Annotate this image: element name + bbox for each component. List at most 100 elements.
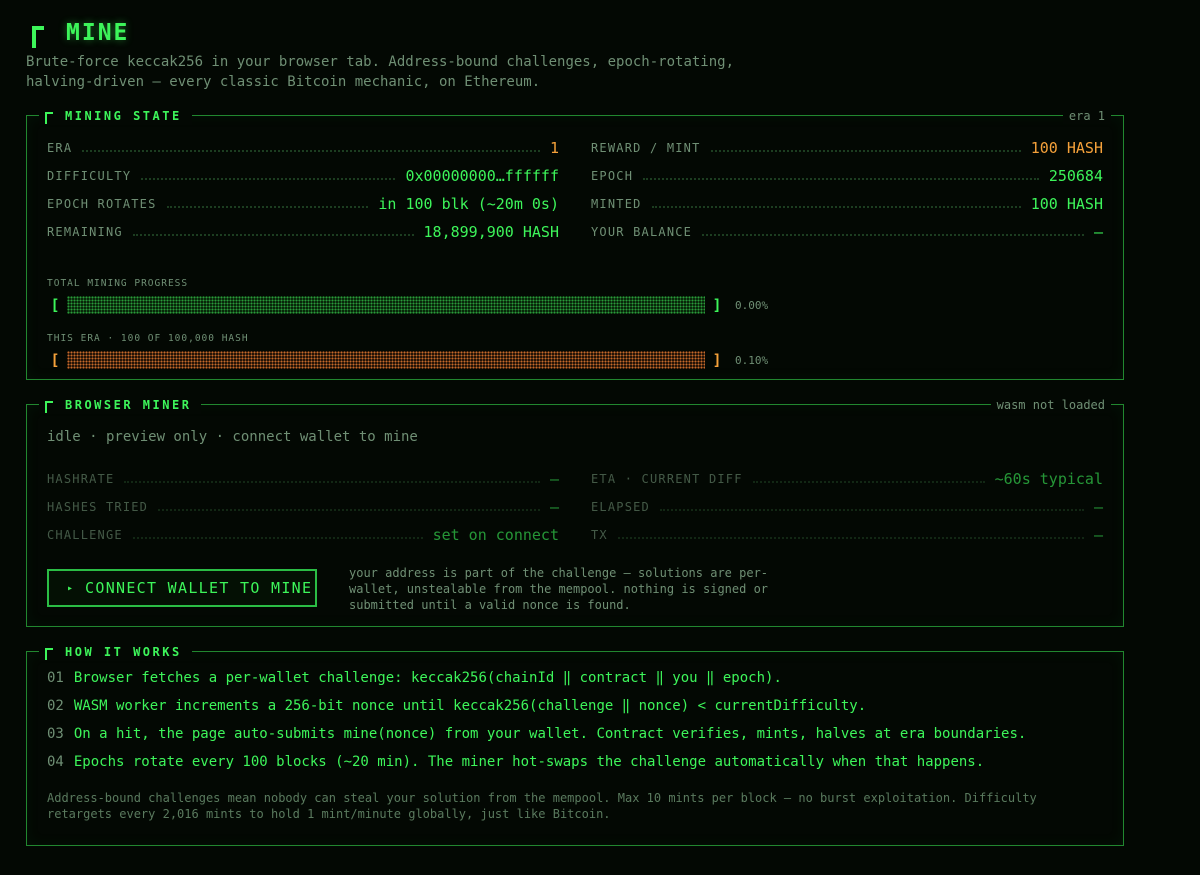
play-arrow-icon: ▸ [67, 582, 74, 594]
stat-minted: MINTED 100 HASH [591, 190, 1103, 218]
stat-hashrate: HASHRATE — [47, 465, 559, 493]
leader-dots [132, 537, 423, 539]
stat-key: HASHES TRIED [47, 500, 149, 514]
step-item: 04 Epochs rotate every 100 blocks (~20 m… [47, 754, 984, 776]
era-progress-bar: [ ] 0.10% [47, 349, 768, 371]
bracket-close: ] [712, 351, 722, 369]
leader-dots [141, 178, 396, 180]
stat-key: TX [591, 528, 608, 542]
panel-title: MINING STATE [65, 109, 182, 123]
stat-key: CHALLENGE [47, 528, 123, 542]
era-progress-label: THIS ERA · 100 OF 100,000 HASH [47, 333, 249, 344]
stat-value: 18,899,900 HASH [423, 223, 559, 241]
stat-key: EPOCH [591, 169, 634, 183]
connect-wallet-button[interactable]: ▸ CONNECT WALLET TO MINE [47, 569, 317, 607]
panel-title: HOW IT WORKS [65, 645, 182, 659]
stat-eta: ETA · CURRENT DIFF ~60s typical [591, 465, 1103, 493]
page-header: MINE Brute-force keccak256 in your brows… [26, 8, 1126, 98]
corner-bracket-icon [45, 646, 55, 660]
stat-challenge: CHALLENGE set on connect [47, 521, 559, 549]
progress-percent: 0.00% [735, 298, 769, 312]
step-item: 01 Browser fetches a per-wallet challeng… [47, 670, 782, 692]
stat-value: 250684 [1048, 167, 1103, 185]
connect-wallet-label: CONNECT WALLET TO MINE [85, 579, 313, 597]
mine-page: MINE Brute-force keccak256 in your brows… [26, 8, 1126, 868]
step-text: WASM worker increments a 256-bit nonce u… [73, 698, 867, 714]
stat-value: 1 [549, 139, 559, 157]
step-text: Browser fetches a per-wallet challenge: … [73, 670, 782, 686]
step-item: 03 On a hit, the page auto-submits mine(… [47, 726, 1026, 748]
stat-reward-per-mint: REWARD / MINT 100 HASH [591, 134, 1103, 162]
stat-key: ETA · CURRENT DIFF [591, 472, 743, 486]
stat-value: 100 HASH [1030, 195, 1103, 213]
stat-key: DIFFICULTY [47, 169, 132, 183]
total-progress-label: TOTAL MINING PROGRESS [47, 278, 189, 289]
panel-label: MINING STATE [39, 107, 192, 125]
stat-remaining: REMAINING 18,899,900 HASH [47, 218, 559, 246]
stat-key: MINTED [591, 197, 642, 211]
bracket-close: ] [712, 296, 722, 314]
wasm-status-tag: wasm not loaded [990, 397, 1111, 413]
stat-hashes-tried: HASHES TRIED — [47, 493, 559, 521]
mining-state-panel: MINING STATE era 1 ERA 1 DIFFICULTY 0x00… [26, 107, 1124, 380]
progress-track [67, 351, 705, 369]
panel-label: HOW IT WORKS [39, 643, 192, 661]
stat-tx: TX — [591, 521, 1103, 549]
step-number: 04 [47, 754, 64, 770]
panel-title: BROWSER MINER [65, 398, 192, 412]
stat-difficulty: DIFFICULTY 0x00000000…ffffff [47, 162, 559, 190]
how-it-works-panel: HOW IT WORKS 01 Browser fetches a per-wa… [26, 643, 1124, 846]
stat-your-balance: YOUR BALANCE — [591, 218, 1103, 246]
stat-key: REMAINING [47, 225, 123, 239]
leader-dots [82, 150, 540, 152]
stat-value: — [549, 498, 559, 516]
stat-key: HASHRATE [47, 472, 115, 486]
stat-era: ERA 1 [47, 134, 559, 162]
stat-value: — [549, 470, 559, 488]
corner-bracket-icon [26, 26, 44, 48]
stat-value: set on connect [432, 526, 559, 544]
stat-value: ~60s typical [994, 470, 1103, 488]
bracket-open: [ [50, 296, 60, 314]
bracket-open: [ [50, 351, 60, 369]
stat-value: — [1093, 498, 1103, 516]
stat-value: — [1093, 526, 1103, 544]
leader-dots [166, 206, 369, 208]
stat-key: REWARD / MINT [591, 141, 701, 155]
page-tagline: Brute-force keccak256 in your browser ta… [26, 54, 735, 90]
stat-value: 100 HASH [1030, 139, 1103, 157]
corner-bracket-icon [45, 110, 55, 124]
stat-key: ERA [47, 141, 73, 155]
stat-elapsed: ELAPSED — [591, 493, 1103, 521]
stat-epoch-rotates: EPOCH ROTATES in 100 blk (~20m 0s) [47, 190, 559, 218]
step-item: 02 WASM worker increments a 256-bit nonc… [47, 698, 866, 720]
leader-dots [617, 537, 1084, 539]
stat-key: EPOCH ROTATES [47, 197, 157, 211]
stat-key: ELAPSED [591, 500, 650, 514]
leader-dots [124, 481, 540, 483]
progress-track [67, 296, 705, 314]
leader-dots [132, 234, 414, 236]
browser-miner-panel: BROWSER MINER wasm not loaded idle · pre… [26, 396, 1124, 627]
leader-dots [158, 509, 540, 511]
title-row: MINE [26, 14, 129, 52]
leader-dots [710, 150, 1021, 152]
step-number: 03 [47, 726, 64, 742]
era-tag: era 1 [1062, 108, 1111, 124]
total-progress-bar: [ ] 0.00% [47, 294, 768, 316]
progress-percent: 0.10% [735, 353, 769, 367]
stat-value: in 100 blk (~20m 0s) [378, 195, 559, 213]
leader-dots [702, 234, 1084, 236]
miner-status-text: idle · preview only · connect wallet to … [47, 429, 418, 445]
stat-epoch: EPOCH 250684 [591, 162, 1103, 190]
corner-bracket-icon [45, 399, 55, 413]
leader-dots [651, 206, 1021, 208]
connect-wallet-note: your address is part of the challenge — … [349, 566, 769, 612]
stat-key: YOUR BALANCE [591, 225, 693, 239]
step-number: 01 [47, 670, 64, 686]
step-number: 02 [47, 698, 64, 714]
leader-dots [752, 481, 985, 483]
step-text: On a hit, the page auto-submits mine(non… [73, 726, 1027, 742]
stat-value: 0x00000000…ffffff [405, 167, 559, 185]
leader-dots [659, 509, 1084, 511]
